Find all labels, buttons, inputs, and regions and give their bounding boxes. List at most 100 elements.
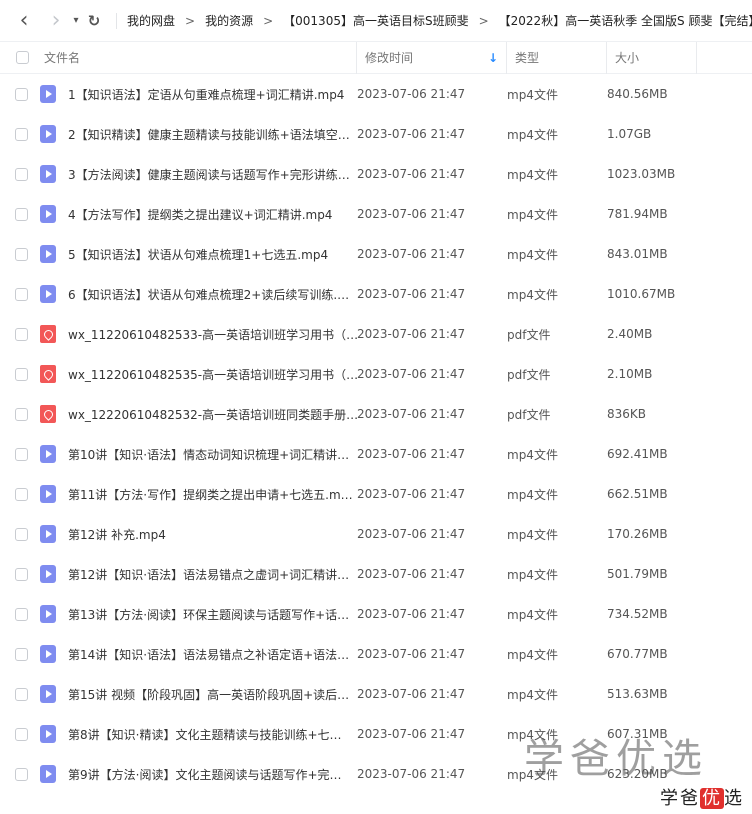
row-checkbox[interactable] — [14, 407, 28, 421]
file-type: mp4文件 — [507, 287, 558, 302]
file-name[interactable]: 第11讲【方法·写作】提纲类之提出申请+七选五.m… — [68, 486, 357, 503]
file-type: mp4文件 — [507, 607, 558, 622]
video-file-icon — [40, 245, 56, 263]
row-checkbox[interactable] — [14, 727, 28, 741]
row-checkbox[interactable] — [14, 527, 28, 541]
breadcrumb-separator: > — [263, 13, 274, 28]
file-type: mp4文件 — [507, 247, 558, 262]
breadcrumb-item[interactable]: 【2022秋】高一英语秋季 全国版S 顾斐【完结】 — [497, 12, 752, 29]
file-row[interactable]: 6【知识语法】状语从句难点梳理2+读后续写训练.… 2023-07-06 21:4… — [0, 274, 752, 314]
row-checkbox[interactable] — [14, 327, 28, 341]
pdf-file-icon — [40, 325, 56, 343]
history-dropdown-icon[interactable]: ▾ — [68, 11, 84, 31]
row-checkbox[interactable] — [14, 487, 28, 501]
file-row[interactable]: 4【方法写作】提纲类之提出建议+词汇精讲.mp4 2023-07-06 21:47… — [0, 194, 752, 234]
row-checkbox[interactable] — [14, 207, 28, 221]
file-modified-time: 2023-07-06 21:47 — [357, 167, 466, 181]
file-type: mp4文件 — [507, 127, 558, 142]
row-checkbox[interactable] — [14, 687, 28, 701]
file-size: 734.52MB — [607, 607, 668, 621]
file-row[interactable]: 第15讲 视频【阶段巩固】高一英语阶段巩固+读后… 2023-07-06 21:4… — [0, 674, 752, 714]
file-size: 840.56MB — [607, 87, 668, 101]
file-row[interactable]: wx_11220610482533-高一英语培训班学习用书（… 2023-07-0… — [0, 314, 752, 354]
file-name[interactable]: 3【方法阅读】健康主题阅读与话题写作+完形讲练… — [68, 166, 357, 183]
row-checkbox[interactable] — [14, 567, 28, 581]
select-all-checkbox[interactable] — [16, 51, 29, 64]
row-checkbox-cell — [0, 687, 36, 701]
forward-arrow-icon[interactable]: › — [46, 8, 66, 33]
file-row[interactable]: 1【知识语法】定语从句重难点梳理+词汇精讲.mp4 2023-07-06 21:4… — [0, 74, 752, 114]
row-checkbox[interactable] — [14, 87, 28, 101]
file-modified-time: 2023-07-06 21:47 — [357, 647, 466, 661]
column-label-size: 大小 — [615, 51, 640, 65]
file-size: 1.07GB — [607, 127, 652, 141]
file-row[interactable]: 5【知识语法】状语从句难点梳理1+七选五.mp4 2023-07-06 21:47… — [0, 234, 752, 274]
row-checkbox[interactable] — [14, 127, 28, 141]
row-checkbox[interactable] — [14, 607, 28, 621]
file-row[interactable]: 第10讲【知识·语法】情态动词知识梳理+词汇精讲… 2023-07-06 21:4… — [0, 434, 752, 474]
breadcrumb-separator: > — [478, 13, 489, 28]
file-row[interactable]: 3【方法阅读】健康主题阅读与话题写作+完形讲练… 2023-07-06 21:47… — [0, 154, 752, 194]
file-name[interactable]: 第9讲【方法·阅读】文化主题阅读与话题写作+完… — [68, 766, 357, 783]
video-file-icon — [40, 205, 56, 223]
file-row[interactable]: 2【知识精读】健康主题精读与技能训练+语法填空… 2023-07-06 21:47… — [0, 114, 752, 154]
row-checkbox-cell — [0, 407, 36, 421]
refresh-icon[interactable]: ↻ — [84, 11, 104, 31]
file-name[interactable]: 1【知识语法】定语从句重难点梳理+词汇精讲.mp4 — [68, 86, 357, 103]
row-checkbox[interactable] — [14, 647, 28, 661]
row-checkbox[interactable] — [14, 287, 28, 301]
file-name[interactable]: 5【知识语法】状语从句难点梳理1+七选五.mp4 — [68, 246, 357, 263]
file-name[interactable]: 第12讲【知识·语法】语法易错点之虚词+词汇精讲… — [68, 566, 357, 583]
breadcrumb-item[interactable]: 我的网盘 — [125, 12, 177, 29]
row-checkbox[interactable] — [14, 247, 28, 261]
file-type: mp4文件 — [507, 487, 558, 502]
file-name[interactable]: 2【知识精读】健康主题精读与技能训练+语法填空… — [68, 126, 357, 143]
file-name[interactable]: 第15讲 视频【阶段巩固】高一英语阶段巩固+读后… — [68, 686, 357, 703]
file-name[interactable]: 第10讲【知识·语法】情态动词知识梳理+词汇精讲… — [68, 446, 357, 463]
column-header-name[interactable]: 文件名 — [36, 41, 357, 74]
file-name[interactable]: 第8讲【知识·精读】文化主题精读与技能训练+七… — [68, 726, 357, 743]
column-header-time[interactable]: 修改时间 ↓ — [357, 41, 507, 74]
file-size: 692.41MB — [607, 447, 668, 461]
breadcrumb-item[interactable]: 我的资源 — [203, 12, 255, 29]
row-checkbox[interactable] — [14, 767, 28, 781]
file-size: 2.40MB — [607, 327, 653, 341]
file-name[interactable]: 第14讲【知识·语法】语法易错点之补语定语+语法… — [68, 646, 357, 663]
file-icon-cell — [36, 765, 68, 783]
file-size: 1010.67MB — [607, 287, 676, 301]
row-checkbox[interactable] — [14, 447, 28, 461]
file-row[interactable]: 第12讲【知识·语法】语法易错点之虚词+词汇精讲… 2023-07-06 21:4… — [0, 554, 752, 594]
file-name[interactable]: wx_12220610482532-高一英语培训班同类题手册… — [68, 406, 357, 423]
breadcrumb: 我的网盘 > 我的资源 > 【001305】高一英语目标S班顾斐 > 【2022… — [125, 12, 752, 29]
column-header-type[interactable]: 类型 — [507, 41, 607, 74]
file-row[interactable]: wx_12220610482532-高一英语培训班同类题手册… 2023-07-0… — [0, 394, 752, 434]
file-name[interactable]: wx_11220610482533-高一英语培训班学习用书（… — [68, 326, 357, 343]
file-icon-cell — [36, 285, 68, 303]
row-checkbox-cell — [0, 607, 36, 621]
back-arrow-icon[interactable]: ‹ — [14, 8, 34, 33]
file-modified-time: 2023-07-06 21:47 — [357, 367, 466, 381]
file-row[interactable]: 第13讲【方法·阅读】环保主题阅读与话题写作+话… 2023-07-06 21:4… — [0, 594, 752, 634]
file-name[interactable]: wx_11220610482535-高一英语培训班学习用书（… — [68, 366, 357, 383]
row-checkbox[interactable] — [14, 367, 28, 381]
file-row[interactable]: 第12讲 补充.mp4 2023-07-06 21:47 mp4文件 170.26MB — [0, 514, 752, 554]
row-checkbox-cell — [0, 207, 36, 221]
video-file-icon — [40, 445, 56, 463]
file-type: pdf文件 — [507, 367, 551, 382]
file-row[interactable]: 第11讲【方法·写作】提纲类之提出申请+七选五.m… 2023-07-06 21:… — [0, 474, 752, 514]
video-file-icon — [40, 685, 56, 703]
breadcrumb-item[interactable]: 【001305】高一英语目标S班顾斐 — [281, 12, 470, 29]
file-icon-cell — [36, 725, 68, 743]
row-checkbox[interactable] — [14, 167, 28, 181]
file-name[interactable]: 第12讲 补充.mp4 — [68, 526, 357, 543]
file-name[interactable]: 4【方法写作】提纲类之提出建议+词汇精讲.mp4 — [68, 206, 357, 223]
column-header-size[interactable]: 大小 — [607, 41, 697, 74]
file-modified-time: 2023-07-06 21:47 — [357, 727, 466, 741]
watermark-logo: 学爸优选 — [524, 736, 708, 782]
row-checkbox-cell — [0, 487, 36, 501]
file-name[interactable]: 6【知识语法】状语从句难点梳理2+读后续写训练.… — [68, 286, 357, 303]
file-row[interactable]: wx_11220610482535-高一英语培训班学习用书（… 2023-07-0… — [0, 354, 752, 394]
file-name[interactable]: 第13讲【方法·阅读】环保主题阅读与话题写作+话… — [68, 606, 357, 623]
row-checkbox-cell — [0, 167, 36, 181]
file-row[interactable]: 第14讲【知识·语法】语法易错点之补语定语+语法… 2023-07-06 21:4… — [0, 634, 752, 674]
